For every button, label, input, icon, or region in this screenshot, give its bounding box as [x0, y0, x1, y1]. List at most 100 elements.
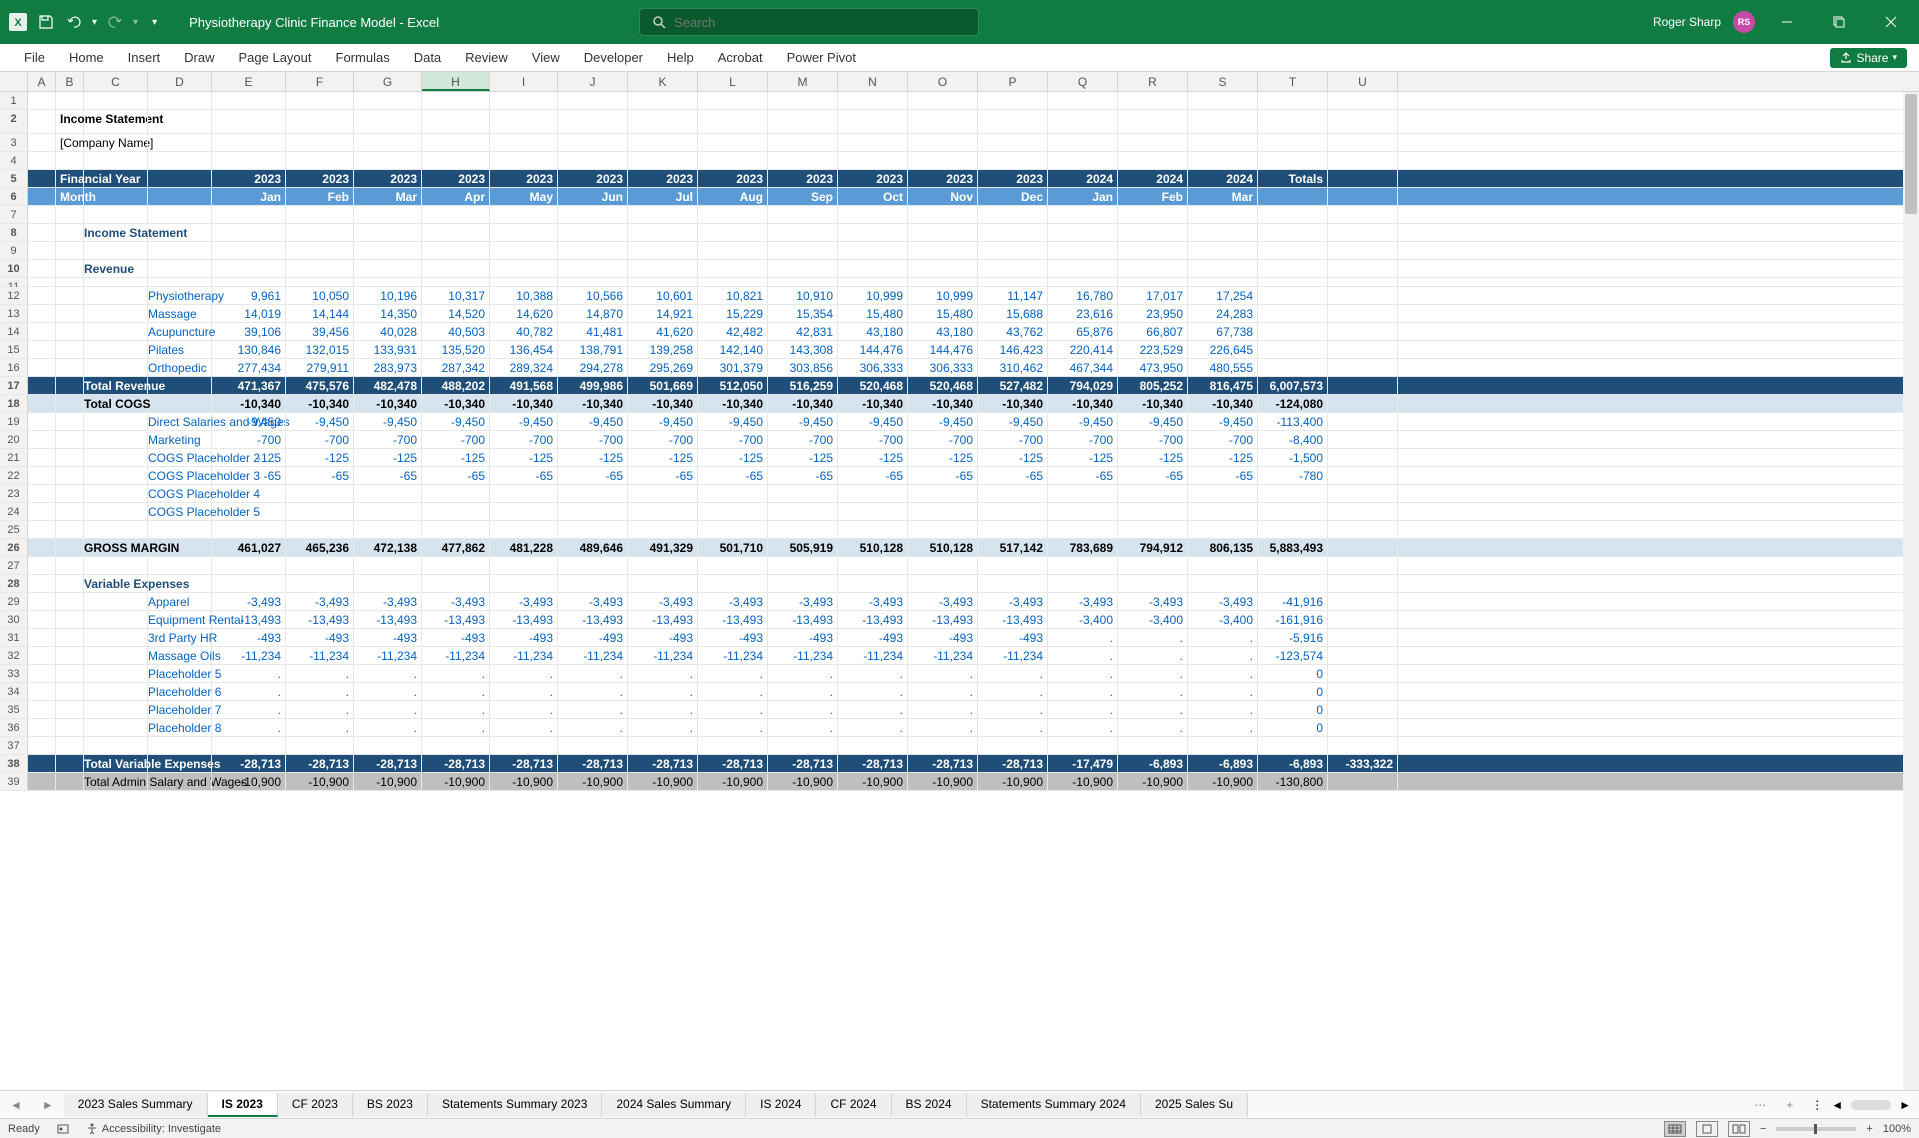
cell-F27[interactable]: [286, 557, 354, 574]
cell-S35[interactable]: .: [1188, 701, 1258, 718]
cell-R27[interactable]: [1118, 557, 1188, 574]
cell-B3[interactable]: [Company Name]: [56, 134, 84, 151]
cell-H26[interactable]: 477,862: [422, 539, 490, 556]
cell-C31[interactable]: [84, 629, 148, 646]
cell-B14[interactable]: [56, 323, 84, 340]
column-headers[interactable]: ABCDEFGHIJKLMNOPQRSTU: [0, 72, 1919, 92]
cell-P39[interactable]: -10,900: [978, 773, 1048, 790]
cell-B22[interactable]: [56, 467, 84, 484]
cell-P34[interactable]: .: [978, 683, 1048, 700]
cell-D13[interactable]: Massage: [148, 305, 212, 322]
cell-B36[interactable]: [56, 719, 84, 736]
row-header-25[interactable]: 25: [0, 521, 28, 538]
cell-B20[interactable]: [56, 431, 84, 448]
cell-C7[interactable]: [84, 206, 148, 223]
cell-J2[interactable]: [558, 110, 628, 133]
cell-O38[interactable]: -28,713: [908, 755, 978, 772]
cell-M38[interactable]: -28,713: [768, 755, 838, 772]
cell-F2[interactable]: [286, 110, 354, 133]
cell-H10[interactable]: [422, 260, 490, 277]
row-header-30[interactable]: 30: [0, 611, 28, 628]
cell-C23[interactable]: [84, 485, 148, 502]
row-header-4[interactable]: 4: [0, 152, 28, 169]
cell-U24[interactable]: [1328, 503, 1398, 520]
cell-O10[interactable]: [908, 260, 978, 277]
cell-F1[interactable]: [286, 92, 354, 109]
cell-Q24[interactable]: [1048, 503, 1118, 520]
cell-A18[interactable]: [28, 395, 56, 412]
cell-I8[interactable]: [490, 224, 558, 241]
cell-J20[interactable]: -700: [558, 431, 628, 448]
cell-H9[interactable]: [422, 242, 490, 259]
cell-C39[interactable]: Total Admin Salary and Wages: [84, 773, 148, 790]
row-header-22[interactable]: 22: [0, 467, 28, 484]
cell-I39[interactable]: -10,900: [490, 773, 558, 790]
cell-K25[interactable]: [628, 521, 698, 538]
cell-C36[interactable]: [84, 719, 148, 736]
cell-A22[interactable]: [28, 467, 56, 484]
cell-C33[interactable]: [84, 665, 148, 682]
cell-D1[interactable]: [148, 92, 212, 109]
cell-J27[interactable]: [558, 557, 628, 574]
cell-M3[interactable]: [768, 134, 838, 151]
macro-record-icon[interactable]: [56, 1122, 70, 1136]
cell-C13[interactable]: [84, 305, 148, 322]
cell-N30[interactable]: -13,493: [838, 611, 908, 628]
cell-G7[interactable]: [354, 206, 422, 223]
cell-E21[interactable]: -125: [212, 449, 286, 466]
cell-T12[interactable]: [1258, 287, 1328, 304]
cell-T16[interactable]: [1258, 359, 1328, 376]
cell-N5[interactable]: 2023: [838, 170, 908, 187]
cell-P10[interactable]: [978, 260, 1048, 277]
cell-T36[interactable]: 0: [1258, 719, 1328, 736]
cell-J36[interactable]: .: [558, 719, 628, 736]
cell-S34[interactable]: .: [1188, 683, 1258, 700]
cell-R11[interactable]: [1118, 278, 1188, 286]
cell-P7[interactable]: [978, 206, 1048, 223]
cell-Q34[interactable]: .: [1048, 683, 1118, 700]
cell-R2[interactable]: [1118, 110, 1188, 133]
cell-J29[interactable]: -3,493: [558, 593, 628, 610]
cell-R13[interactable]: 23,950: [1118, 305, 1188, 322]
cell-R24[interactable]: [1118, 503, 1188, 520]
cell-M25[interactable]: [768, 521, 838, 538]
cell-O21[interactable]: -125: [908, 449, 978, 466]
cell-N22[interactable]: -65: [838, 467, 908, 484]
cell-D39[interactable]: [148, 773, 212, 790]
cell-S20[interactable]: -700: [1188, 431, 1258, 448]
cell-H23[interactable]: [422, 485, 490, 502]
cell-N21[interactable]: -125: [838, 449, 908, 466]
cell-P5[interactable]: 2023: [978, 170, 1048, 187]
cell-I28[interactable]: [490, 575, 558, 592]
cell-U25[interactable]: [1328, 521, 1398, 538]
cell-F7[interactable]: [286, 206, 354, 223]
cell-I1[interactable]: [490, 92, 558, 109]
cell-N38[interactable]: -28,713: [838, 755, 908, 772]
cell-B21[interactable]: [56, 449, 84, 466]
cell-N17[interactable]: 520,468: [838, 377, 908, 394]
cell-S21[interactable]: -125: [1188, 449, 1258, 466]
cell-K33[interactable]: .: [628, 665, 698, 682]
cell-S15[interactable]: 226,645: [1188, 341, 1258, 358]
sheet-tab-cf-2024[interactable]: CF 2024: [816, 1093, 891, 1117]
cell-U19[interactable]: [1328, 413, 1398, 430]
cell-Q12[interactable]: 16,780: [1048, 287, 1118, 304]
cell-F19[interactable]: -9,450: [286, 413, 354, 430]
page-break-view-button[interactable]: [1728, 1121, 1750, 1137]
sheet-tab-is-2023[interactable]: IS 2023: [208, 1093, 278, 1117]
zoom-in-button[interactable]: +: [1866, 1123, 1872, 1135]
cell-D2[interactable]: [148, 110, 212, 133]
cell-A29[interactable]: [28, 593, 56, 610]
cell-P35[interactable]: .: [978, 701, 1048, 718]
cell-F31[interactable]: -493: [286, 629, 354, 646]
cell-H34[interactable]: .: [422, 683, 490, 700]
cell-P9[interactable]: [978, 242, 1048, 259]
cell-D9[interactable]: [148, 242, 212, 259]
cell-O30[interactable]: -13,493: [908, 611, 978, 628]
cell-D14[interactable]: Acupuncture: [148, 323, 212, 340]
cell-B16[interactable]: [56, 359, 84, 376]
cell-B28[interactable]: [56, 575, 84, 592]
cell-K7[interactable]: [628, 206, 698, 223]
cell-O25[interactable]: [908, 521, 978, 538]
cell-O18[interactable]: -10,340: [908, 395, 978, 412]
